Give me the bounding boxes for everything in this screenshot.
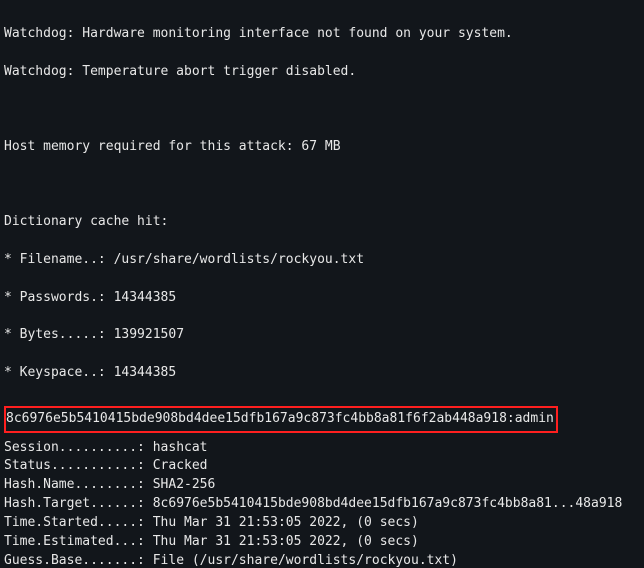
status-value: 8c6976e5b5410415bde908bd4dee15dfb167a9c8… (153, 496, 623, 511)
dict-bytes-label: * Bytes.....: (4, 327, 106, 342)
dict-keyspace-label: * Keyspace..: (4, 365, 106, 380)
dict-filename-row: * Filename..: /usr/share/wordlists/rocky… (4, 251, 640, 270)
status-row: Hash.Target......: 8c6976e5b5410415bde90… (4, 495, 640, 514)
terminal-output: Watchdog: Hardware monitoring interface … (0, 0, 644, 568)
status-row: Hash.Name........: SHA2-256 (4, 476, 640, 495)
status-label: Time.Estimated...: (4, 534, 145, 549)
status-value: hashcat (153, 440, 208, 455)
status-label: Time.Started.....: (4, 515, 145, 530)
dict-filename-label: * Filename..: (4, 252, 106, 267)
dict-cache-header: Dictionary cache hit: (4, 213, 640, 232)
dict-keyspace-value: 14344385 (114, 365, 177, 380)
status-value: Thu Mar 31 21:53:05 2022, (0 secs) (153, 534, 419, 549)
status-value: File (/usr/share/wordlists/rockyou.txt) (153, 553, 458, 568)
dict-passwords-label: * Passwords.: (4, 290, 106, 305)
dict-bytes-row: * Bytes.....: 139921507 (4, 326, 640, 345)
watchdog-line-1: Watchdog: Hardware monitoring interface … (4, 25, 640, 44)
cracked-hash-highlight: 8c6976e5b5410415bde908bd4dee15dfb167a9c8… (4, 406, 558, 433)
status-label: Hash.Target......: (4, 496, 145, 511)
status-row: Session..........: hashcat (4, 439, 640, 458)
status-block: Session..........: hashcatStatus........… (4, 439, 640, 568)
status-label: Session..........: (4, 440, 145, 455)
dict-filename-value: /usr/share/wordlists/rockyou.txt (114, 252, 364, 267)
cracked-hash-line: 8c6976e5b5410415bde908bd4dee15dfb167a9c8… (6, 411, 554, 426)
status-value: SHA2-256 (153, 477, 216, 492)
watchdog-line-2: Watchdog: Temperature abort trigger disa… (4, 63, 640, 82)
dict-bytes-value: 139921507 (114, 327, 184, 342)
blank-line (4, 176, 640, 195)
status-label: Hash.Name........: (4, 477, 145, 492)
status-label: Status...........: (4, 458, 145, 473)
status-value: Cracked (153, 458, 208, 473)
dict-keyspace-row: * Keyspace..: 14344385 (4, 364, 640, 383)
status-label: Guess.Base.......: (4, 553, 145, 568)
dict-passwords-value: 14344385 (114, 290, 177, 305)
status-value: Thu Mar 31 21:53:05 2022, (0 secs) (153, 515, 419, 530)
status-row: Time.Estimated...: Thu Mar 31 21:53:05 2… (4, 533, 640, 552)
blank-line (4, 100, 640, 119)
dict-passwords-row: * Passwords.: 14344385 (4, 289, 640, 308)
host-memory-line: Host memory required for this attack: 67… (4, 138, 640, 157)
status-row: Guess.Base.......: File (/usr/share/word… (4, 552, 640, 568)
status-row: Status...........: Cracked (4, 457, 640, 476)
status-row: Time.Started.....: Thu Mar 31 21:53:05 2… (4, 514, 640, 533)
